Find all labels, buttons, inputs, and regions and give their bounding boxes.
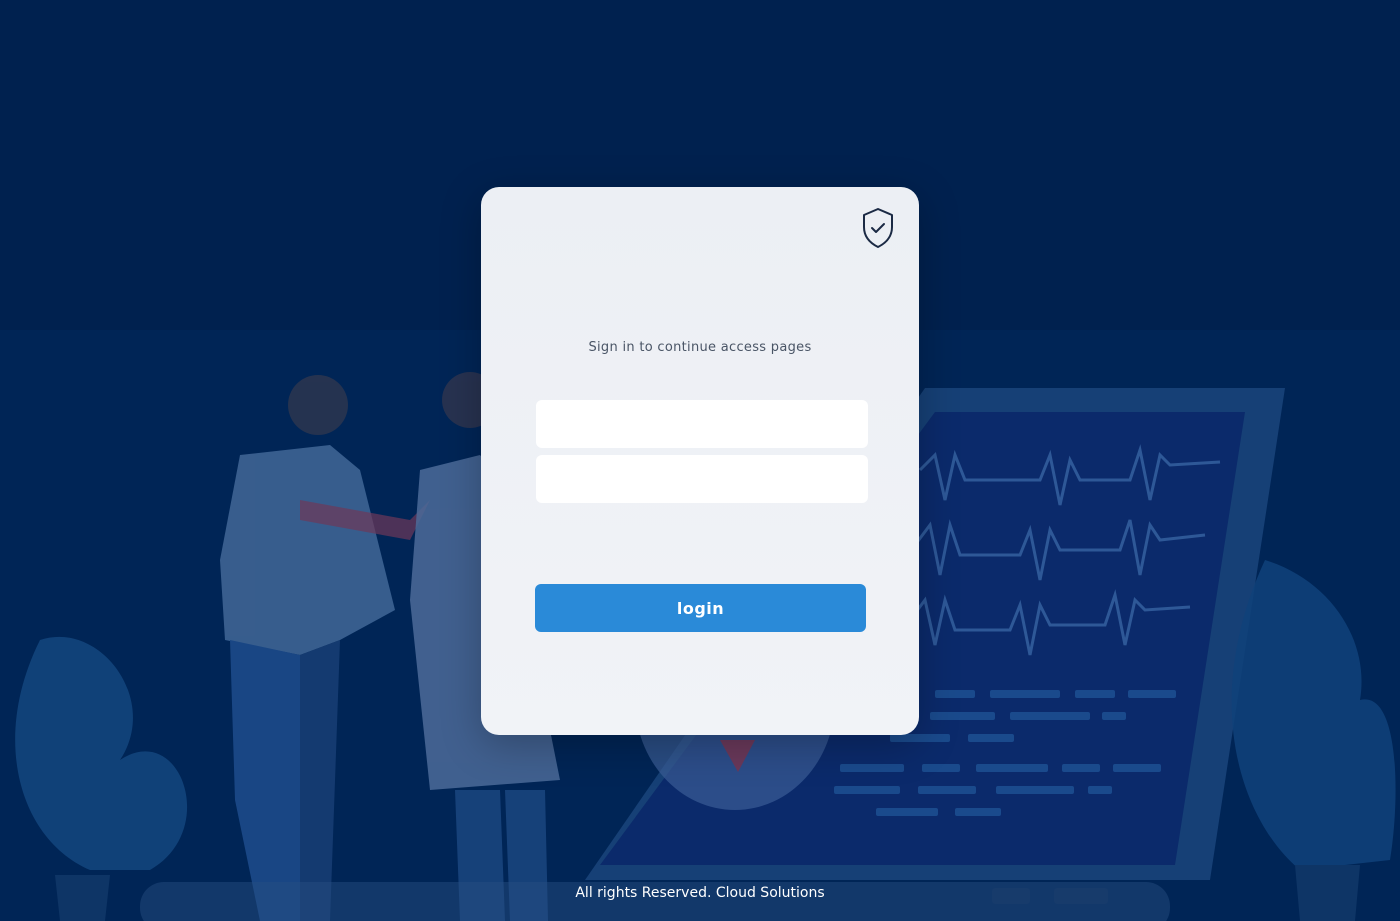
password-input[interactable] [536,455,868,503]
footer-copyright: All rights Reserved. Cloud Solutions [575,885,825,901]
login-button[interactable]: login [535,584,866,632]
login-subtitle: Sign in to continue access pages [588,340,812,355]
username-input[interactable] [536,400,868,448]
login-page: Sign in to continue access pages login A… [0,0,1400,921]
login-card: Sign in to continue access pages login [481,187,919,735]
shield-check-icon [863,208,893,248]
